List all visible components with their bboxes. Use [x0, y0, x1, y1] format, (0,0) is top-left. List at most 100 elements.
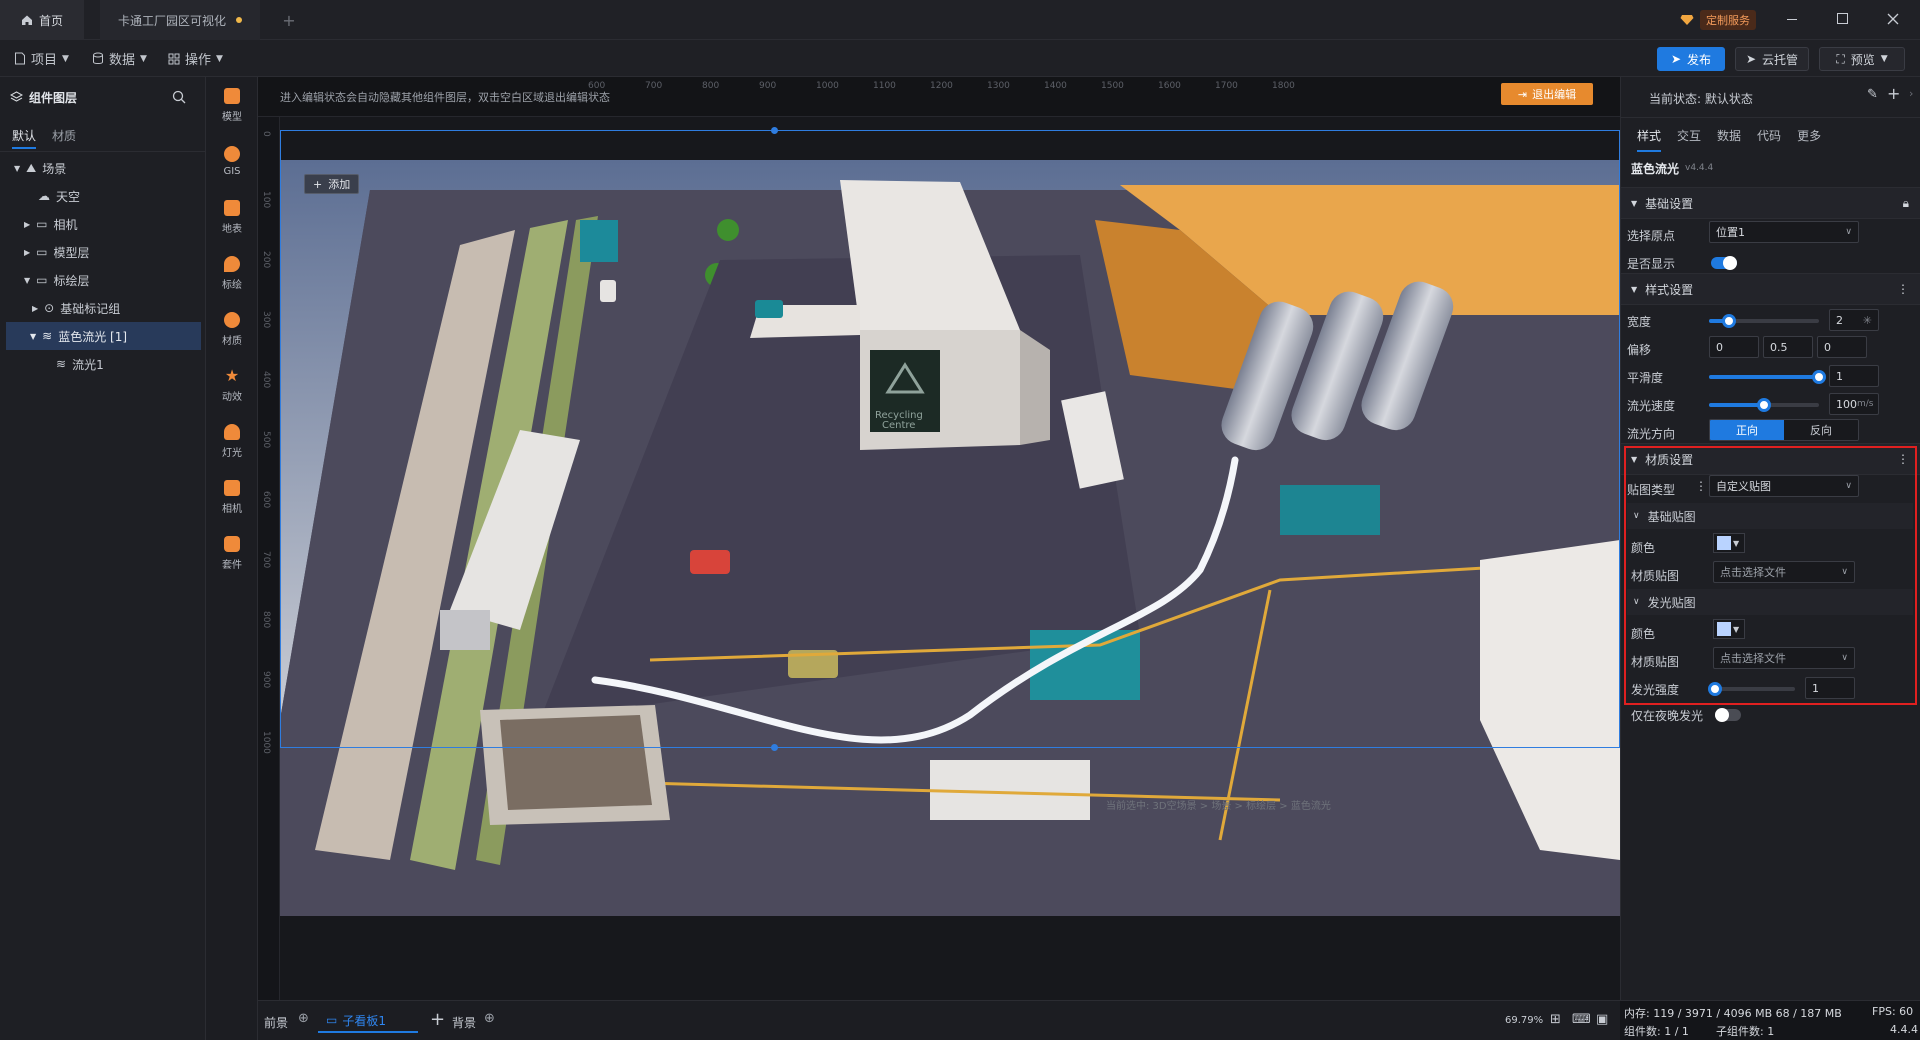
glow-strength-slider[interactable] [1708, 682, 1795, 696]
menu-operate[interactable]: 操作 ▼ [168, 40, 223, 77]
visible-label: 是否显示 [1627, 257, 1676, 271]
background-layer-tab[interactable]: 背景 [452, 1014, 476, 1031]
flow-line-icon: ≋ [42, 329, 53, 343]
tool-label: GIS [223, 165, 241, 177]
tool-label: 灯光 [222, 447, 242, 459]
offset-z-input[interactable]: 0 [1817, 336, 1867, 358]
section-base-texture[interactable]: ∨ 基础贴图 [1627, 503, 1913, 529]
cloud-icon: ☁ [38, 189, 50, 203]
pin-icon [224, 255, 240, 272]
menu-operate-label: 操作 [185, 53, 212, 68]
close-icon[interactable] [1887, 13, 1899, 25]
add-button[interactable]: + 添加 [304, 174, 360, 194]
tool-camera[interactable]: 相机 [206, 469, 258, 525]
direction-forward[interactable]: 正向 [1710, 420, 1784, 440]
chevron-down-icon: ∨ [1845, 481, 1852, 491]
tree-item-flow1[interactable]: ≋ 流光1 [0, 350, 205, 378]
direction-reverse[interactable]: 反向 [1784, 420, 1858, 440]
add-tab-button[interactable]: + [276, 0, 302, 40]
speed-slider[interactable] [1709, 398, 1819, 412]
smooth-slider[interactable] [1709, 370, 1826, 384]
smooth-input[interactable]: 1 [1829, 365, 1879, 387]
lock-icon[interactable]: 🔒︎ [1903, 196, 1909, 211]
tree-item-camera[interactable]: ▶ ▭ 相机 [0, 210, 205, 238]
tab-style[interactable]: 样式 [1637, 119, 1662, 152]
chevron-right-icon[interactable]: › [1909, 87, 1913, 100]
glow-texture-file[interactable]: 点击选择文件 ∨ [1713, 647, 1855, 669]
sub-panel-tab[interactable]: ▭ 子看板1 [318, 1009, 418, 1033]
offset-x-input[interactable]: 0 [1709, 336, 1759, 358]
tree-item-model-layer[interactable]: ▶ ▭ 模型层 [0, 238, 205, 266]
menu-project[interactable]: 项目 ▼ [14, 40, 69, 77]
speed-input[interactable]: 100 m/s [1829, 393, 1879, 415]
add-circle-icon[interactable]: ⊕ [298, 1011, 309, 1026]
edit-icon[interactable]: ✎ [1867, 87, 1878, 102]
tab-project[interactable]: 卡通工厂园区可视化 [100, 0, 260, 40]
edit-hint-bar: 进入编辑状态会自动隐藏其他组件图层，双击空白区域退出编辑状态 600 700 800… [258, 77, 1620, 117]
fps-status: FPS: 60 [1872, 1005, 1914, 1018]
roof-top [500, 715, 652, 810]
width-slider[interactable] [1709, 314, 1819, 328]
caret-down-icon: ▼ [24, 275, 31, 285]
custom-service-button[interactable]: 定制服务 [1680, 10, 1756, 30]
layers-icon [10, 90, 23, 102]
resize-handle-bottom[interactable] [771, 744, 778, 751]
tree-item-blue-flow[interactable]: ▼ ≋ 蓝色流光 [1] [6, 322, 201, 350]
tab-default[interactable]: 默认 [12, 127, 36, 144]
fit-screen-icon[interactable]: ⊞ [1550, 1012, 1561, 1027]
minimize-icon[interactable] [1787, 19, 1797, 20]
preview-button[interactable]: ⛶ 预览 ▼ [1819, 47, 1905, 71]
tab-home[interactable]: 首页 [0, 0, 84, 40]
base-color-picker[interactable]: ▼ [1713, 533, 1745, 553]
scene-viewport[interactable]: Recycling Centre + 添加 [280, 160, 1620, 916]
texture-type-select[interactable]: 自定义贴图 ∨ [1709, 475, 1859, 497]
resize-handle-top[interactable] [771, 127, 778, 134]
tool-light[interactable]: 灯光 [206, 413, 258, 469]
base-texture-file[interactable]: 点击选择文件 ∨ [1713, 561, 1855, 583]
tool-material[interactable]: 材质 [206, 301, 258, 357]
add-panel-button[interactable]: + [430, 1009, 445, 1030]
section-style[interactable]: ▼ 样式设置 ⋮ [1621, 273, 1920, 305]
tree-item-scene[interactable]: ▼ ⛰ 场景 [0, 154, 205, 182]
caret-down-icon: ▼ [1631, 284, 1638, 294]
section-glow-texture[interactable]: ∨ 发光贴图 [1627, 589, 1913, 615]
add-circle-icon[interactable]: ⊕ [484, 1011, 495, 1026]
more-vertical-icon[interactable]: ⋮ [1897, 452, 1909, 466]
night-only-toggle[interactable] [1715, 708, 1741, 722]
tool-effect[interactable]: ★ 动效 [206, 357, 258, 413]
exit-edit-button[interactable]: ⇥ 退出编辑 [1501, 83, 1593, 105]
section-basic[interactable]: ▼ 基础设置 🔒︎ [1621, 187, 1920, 219]
restore-icon[interactable] [1837, 13, 1848, 24]
tab-code[interactable]: 代码 [1757, 127, 1781, 144]
offset-y-input[interactable]: 0.5 [1763, 336, 1813, 358]
section-material[interactable]: ▼ 材质设置 ⋮ [1621, 443, 1920, 475]
tool-gis[interactable]: GIS [206, 133, 258, 189]
keyboard-icon[interactable]: ⌨ [1572, 1012, 1591, 1027]
tab-data[interactable]: 数据 [1717, 127, 1741, 144]
visible-toggle[interactable] [1711, 256, 1737, 270]
tab-material[interactable]: 材质 [52, 127, 76, 144]
tree-item-plot-layer[interactable]: ▼ ▭ 标绘层 [0, 266, 205, 294]
tool-surface[interactable]: 地表 [206, 189, 258, 245]
marker-icon: ⊙ [44, 301, 55, 315]
tool-plot[interactable]: 标绘 [206, 245, 258, 301]
cloud-host-button[interactable]: ➤ 云托管 [1735, 47, 1809, 71]
tool-model[interactable]: 模型 [206, 77, 258, 133]
terminal-icon[interactable]: ▣ [1596, 1012, 1608, 1027]
more-vertical-icon[interactable]: ⋮ [1695, 479, 1707, 493]
front-layer-tab[interactable]: 前景 [264, 1014, 288, 1031]
tool-kit[interactable]: 套件 [206, 525, 258, 581]
glow-color-picker[interactable]: ▼ [1713, 619, 1745, 639]
tab-interaction[interactable]: 交互 [1677, 127, 1701, 144]
width-input[interactable]: 2 ✳ [1829, 309, 1879, 331]
publish-button[interactable]: ➤ 发布 [1657, 47, 1725, 71]
origin-select[interactable]: 位置1 ∨ [1709, 221, 1859, 243]
tree-item-sky[interactable]: ☁ 天空 [0, 182, 205, 210]
search-icon[interactable] [172, 90, 186, 104]
glow-strength-input[interactable]: 1 [1805, 677, 1855, 699]
more-vertical-icon[interactable]: ⋮ [1897, 282, 1909, 296]
tab-more[interactable]: 更多 [1797, 127, 1821, 144]
plus-icon[interactable]: + [1887, 84, 1900, 103]
menu-data[interactable]: 数据 ▼ [92, 40, 147, 77]
tree-item-marker-group[interactable]: ▶ ⊙ 基础标记组 [0, 294, 205, 322]
